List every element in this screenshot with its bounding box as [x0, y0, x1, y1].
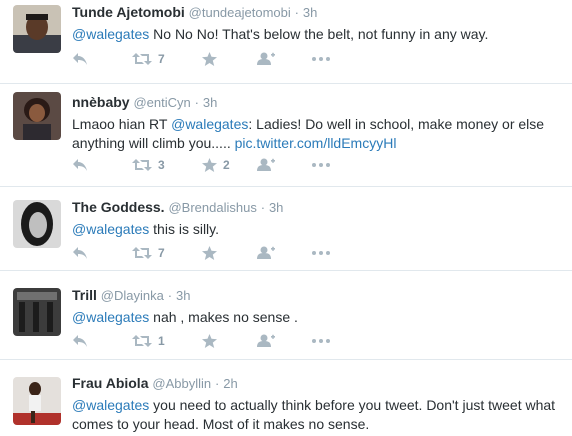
star-icon	[202, 52, 217, 66]
retweet-button[interactable]: 1	[132, 334, 202, 348]
retweet-count: 7	[158, 246, 165, 260]
more-button[interactable]	[312, 251, 352, 255]
mention-link[interactable]: @walegates	[171, 116, 248, 132]
tweet-body: this is silly.	[149, 221, 220, 237]
username[interactable]: @Brendalishus	[168, 200, 256, 215]
tweet-actions: 7	[72, 49, 352, 69]
tweet-body: No No No! That's below the belt, not fun…	[149, 26, 489, 42]
tweet-text: @walegates nah , makes no sense .	[72, 308, 564, 327]
retweet-icon	[132, 335, 152, 347]
avatar[interactable]	[13, 92, 61, 140]
tweet-item[interactable]: nnèbaby @entiCyn · 3h Lmaoo hian RT @wal…	[0, 84, 572, 187]
follow-button[interactable]	[257, 246, 312, 260]
avatar[interactable]	[13, 5, 61, 53]
media-link[interactable]: pic.twitter.com/lldEmcyyHl	[235, 135, 397, 151]
favorite-button[interactable]	[202, 334, 257, 348]
username[interactable]: @tundeajetomobi	[189, 5, 291, 20]
follow-button[interactable]	[257, 158, 312, 172]
timestamp[interactable]: 3h	[303, 5, 317, 20]
reply-button[interactable]	[72, 334, 132, 348]
tweet-text: @walegates you need to actually think be…	[72, 396, 564, 434]
reply-icon	[73, 247, 87, 259]
mention-link[interactable]: @walegates	[72, 26, 149, 42]
follow-user-icon	[257, 334, 275, 347]
display-name[interactable]: The Goddess.	[72, 199, 165, 215]
display-name[interactable]: Trill	[72, 287, 97, 303]
username[interactable]: @Dlayinka	[101, 288, 164, 303]
tweet-text: Lmaoo hian RT @walegates: Ladies! Do wel…	[72, 115, 564, 153]
mention-link[interactable]: @walegates	[72, 397, 149, 413]
more-button[interactable]	[312, 57, 352, 61]
display-name[interactable]: Tunde Ajetomobi	[72, 4, 185, 20]
retweet-button[interactable]: 3	[132, 158, 202, 172]
retweet-count: 3	[158, 158, 165, 172]
tweet-item[interactable]: Trill @Dlayinka · 3h @walegates nah , ma…	[0, 271, 572, 360]
more-dots-icon	[312, 251, 330, 255]
display-name[interactable]: nnèbaby	[72, 94, 130, 110]
retweet-icon	[132, 247, 152, 259]
avatar[interactable]	[13, 200, 61, 248]
tweet-body: nah , makes no sense .	[149, 309, 298, 325]
follow-user-icon	[257, 52, 275, 65]
tweet-actions: 7	[72, 243, 352, 263]
retweet-icon	[132, 159, 152, 171]
reply-button[interactable]	[72, 52, 132, 66]
more-dots-icon	[312, 57, 330, 61]
follow-button[interactable]	[257, 52, 312, 66]
separator: ·	[167, 288, 173, 303]
retweet-button[interactable]: 7	[132, 52, 202, 66]
more-dots-icon	[312, 163, 330, 167]
star-icon	[202, 158, 217, 172]
star-icon	[202, 246, 217, 260]
tweet-prefix: Lmaoo hian RT	[72, 116, 172, 132]
timestamp[interactable]: 3h	[203, 95, 217, 110]
avatar[interactable]	[13, 288, 61, 336]
follow-user-icon	[257, 158, 275, 171]
reply-icon	[73, 159, 87, 171]
username[interactable]: @entiCyn	[133, 95, 190, 110]
separator: ·	[215, 376, 220, 391]
separator: ·	[260, 200, 266, 215]
separator: ·	[294, 5, 299, 20]
avatar[interactable]	[13, 377, 61, 425]
username[interactable]: @Abbyllin	[152, 376, 211, 391]
tweet-actions: 3 2	[72, 155, 352, 175]
retweet-count: 1	[158, 334, 165, 348]
favorite-button[interactable]	[202, 246, 257, 260]
retweet-icon	[132, 53, 152, 65]
retweet-button[interactable]: 7	[132, 246, 202, 260]
favorite-button[interactable]	[202, 52, 257, 66]
tweet-text: @walegates this is silly.	[72, 220, 564, 239]
reply-button[interactable]	[72, 158, 132, 172]
display-name[interactable]: Frau Abiola	[72, 375, 149, 391]
tweet-item[interactable]: Frau Abiola @Abbyllin · 2h @walegates yo…	[0, 360, 572, 436]
tweet-actions: 1	[72, 331, 352, 351]
more-button[interactable]	[312, 339, 352, 343]
favorite-count: 2	[223, 158, 230, 172]
follow-button[interactable]	[257, 334, 312, 348]
timestamp[interactable]: 3h	[176, 288, 190, 303]
tweet-item[interactable]: Tunde Ajetomobi @tundeajetomobi · 3h @wa…	[0, 0, 572, 84]
favorite-button[interactable]: 2	[202, 158, 257, 172]
reply-button[interactable]	[72, 246, 132, 260]
reply-icon	[73, 53, 87, 65]
star-icon	[202, 334, 217, 348]
timestamp[interactable]: 3h	[269, 200, 283, 215]
retweet-count: 7	[158, 52, 165, 66]
mention-link[interactable]: @walegates	[72, 309, 149, 325]
tweet-item[interactable]: The Goddess. @Brendalishus · 3h @walegat…	[0, 187, 572, 271]
separator: ·	[194, 95, 199, 110]
follow-user-icon	[257, 246, 275, 259]
reply-icon	[73, 335, 87, 347]
mention-link[interactable]: @walegates	[72, 221, 149, 237]
more-dots-icon	[312, 339, 330, 343]
more-button[interactable]	[312, 163, 352, 167]
tweet-text: @walegates No No No! That's below the be…	[72, 25, 564, 44]
timestamp[interactable]: 2h	[223, 376, 237, 391]
tweet-feed: Tunde Ajetomobi @tundeajetomobi · 3h @wa…	[0, 0, 572, 436]
